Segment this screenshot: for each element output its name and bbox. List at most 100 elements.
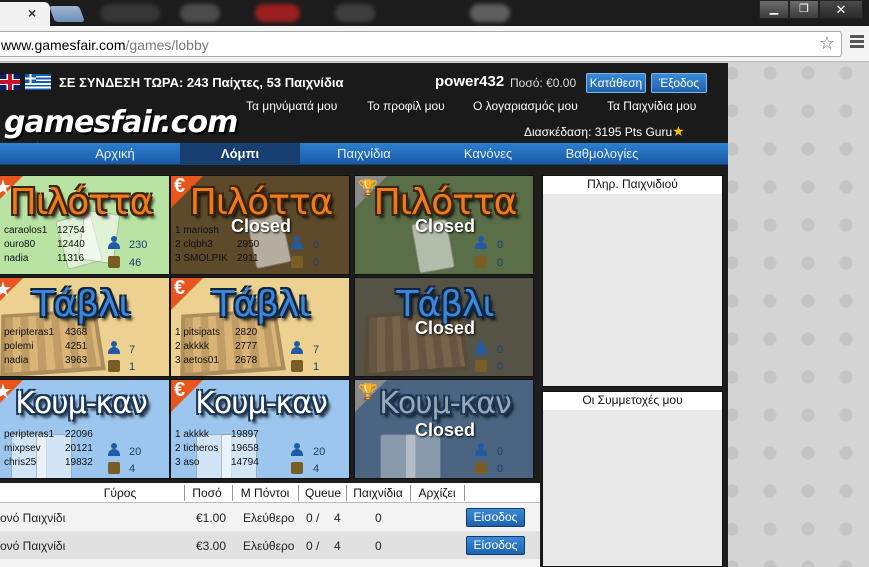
closed-label: Closed — [414, 420, 475, 440]
cell-round: ονό Παιχνίδι — [0, 539, 66, 553]
cell-queue-max: 4 — [334, 539, 341, 553]
col-games[interactable]: Παιχνίδια — [347, 486, 409, 500]
tile-tavli-tournament[interactable]: Τάβλι Closed 0 0 — [354, 277, 534, 377]
join-button[interactable]: Είσοδος — [466, 508, 525, 527]
nav-rules[interactable]: Κανόνες — [428, 143, 548, 165]
col-points[interactable]: Μ Πόντοι — [234, 486, 296, 500]
games-count: 1 — [313, 361, 320, 373]
players-count: 20 — [129, 446, 142, 458]
nav-games[interactable]: Παιχνίδια — [300, 143, 428, 165]
players-icon — [475, 341, 487, 355]
nav-home[interactable]: Αρχική — [60, 143, 170, 165]
leader-row: polemi 4251 — [4, 341, 88, 352]
tile-tavli-fun[interactable]: ★ Τάβλι peripteras14368 polemi4251 nadia… — [0, 277, 170, 377]
online-stats: ΣΕ ΣΥΝΔΕΣΗ ΤΩΡΑ: 243 Παίχτες, 53 Παιχνίδ… — [59, 75, 344, 90]
blurred-tab — [255, 4, 300, 22]
balance: Ποσό: €0.00 — [510, 76, 577, 90]
new-tab-button[interactable] — [49, 6, 85, 22]
leader-row: peripteras1 4368 — [4, 327, 88, 338]
closed-label: Closed — [414, 318, 475, 338]
table-row[interactable]: ονό Παιχνίδι €1.00 Ελεύθερο 0 / 4 0 Είσο… — [0, 503, 540, 531]
username: power432 — [435, 73, 505, 90]
address-bar[interactable]: www.gamesfair.com/games/lobby ☆ — [0, 31, 842, 57]
blurred-tab — [180, 4, 220, 22]
cell-amount: €1.00 — [196, 511, 227, 525]
players-icon — [475, 443, 487, 457]
col-round[interactable]: Γύρος — [60, 486, 180, 500]
leader-row: caraolos1 12754 — [4, 225, 85, 236]
cell-round: ονό Παιχνίδι — [0, 511, 66, 525]
leader-row: mixpsev 20121 — [4, 443, 93, 454]
table-row[interactable] — [0, 559, 540, 567]
leader-row: nadia 11316 — [4, 253, 85, 264]
players-count: 20 — [313, 446, 326, 458]
players-count: 230 — [129, 239, 148, 251]
fun-points: Διασκέδαση: 3195 Pts Guru★ — [524, 123, 685, 139]
close-window-button[interactable]: ✕ — [819, 0, 863, 19]
site-container: ΣΕ ΣΥΝΔΕΣΗ ΤΩΡΑ: 243 Παίχτες, 53 Παιχνίδ… — [0, 63, 728, 567]
games-count: 0 — [497, 257, 504, 269]
players-count: 7 — [129, 344, 136, 356]
games-icon — [108, 256, 120, 268]
uk-flag-icon[interactable] — [0, 74, 20, 90]
logout-button[interactable]: Έξοδος — [651, 73, 707, 93]
col-queue[interactable]: Queue — [300, 486, 346, 500]
nav-lobby[interactable]: Λόμπι — [180, 143, 300, 165]
tile-tavli-cash[interactable]: € Τάβλι 1 pitsipats 2820 2 akkkk 2777 3 ae… — [170, 277, 350, 377]
leader-row: 1 pitsipats 2820 — [175, 327, 258, 338]
players-count: 0 — [497, 446, 504, 458]
players-icon — [475, 236, 487, 250]
leader-row: 1 akkkk 19897 — [175, 429, 259, 440]
game-info-panel: Πληρ. Παιχνιδιού — [542, 175, 723, 387]
games-count: 46 — [129, 257, 142, 269]
col-amount[interactable]: Ποσό — [186, 486, 228, 500]
tile-title: Τάβλι — [212, 284, 310, 325]
games-icon — [291, 256, 303, 268]
browser-tab[interactable]: × — [0, 2, 50, 26]
games-icon — [291, 360, 303, 372]
tile-pilotta-cash[interactable]: € Πιλόττα Closed 1 mariosh 2 clqbh3 2950 … — [170, 175, 350, 275]
cell-queue: 0 / — [306, 539, 320, 553]
browser-tabstrip: × ▁ ❐ ✕ — [0, 0, 869, 26]
cell-queue: 0 / — [306, 511, 320, 525]
players-count: 0 — [497, 344, 504, 356]
cell-games: 0 — [375, 539, 382, 553]
table-header: Γύρος Ποσό Μ Πόντοι Queue Παιχνίδια Αρχί… — [0, 483, 540, 503]
blurred-tab — [335, 4, 375, 22]
cell-points: Ελεύθερο — [243, 511, 295, 525]
link-my-messages[interactable]: Τα μηνύματά μου — [246, 99, 337, 113]
col-starts[interactable]: Αρχίζει — [411, 486, 463, 500]
leader-row: peripteras1 22096 — [4, 429, 93, 440]
deposit-button[interactable]: Κατάθεση — [586, 73, 646, 93]
join-button[interactable]: Είσοδος — [466, 536, 525, 555]
bookmark-star-icon[interactable]: ☆ — [819, 33, 835, 54]
leader-row: 2 ticheros 19658 — [175, 443, 259, 454]
site-header: ΣΕ ΣΥΝΔΕΣΗ ΤΩΡΑ: 243 Παίχτες, 53 Παιχνίδ… — [0, 63, 728, 157]
link-my-games[interactable]: Τα Παιχνίδια μου — [607, 99, 696, 113]
games-icon — [108, 462, 120, 474]
tile-koumkan-fun[interactable]: ★ Κουμ-καν peripteras122096 mixpsev20121… — [0, 379, 170, 479]
nav-rankings[interactable]: Βαθμολογίες — [548, 143, 656, 165]
games-icon — [475, 462, 487, 474]
table-row[interactable]: ονό Παιχνίδι €3.00 Ελεύθερο 0 / 4 0 Είσο… — [0, 531, 540, 559]
tile-koumkan-cash[interactable]: € Κουμ-καν 1 akkkk 19897 2 ticheros 19658 … — [170, 379, 350, 479]
games-count: 4 — [313, 463, 320, 475]
maximize-button[interactable]: ❐ — [789, 0, 819, 19]
greek-flag-icon[interactable] — [25, 74, 51, 90]
gamesfair-logo[interactable]: gamesfair.com — [4, 105, 238, 140]
link-my-profile[interactable]: Το προφίλ μου — [367, 99, 445, 113]
players-count: 0 — [313, 239, 320, 251]
minimize-button[interactable]: ▁ — [759, 0, 789, 19]
leader-row: nadia 3963 — [4, 355, 88, 366]
tile-pilotta-tournament[interactable]: 🏆 Πιλόττα Closed 0 0 — [354, 175, 534, 275]
browser-menu-icon[interactable] — [850, 35, 864, 50]
tab-close-icon[interactable]: × — [28, 5, 36, 21]
leader-row: 2 akkkk 2777 — [175, 341, 258, 352]
players-count: 0 — [497, 239, 504, 251]
tile-pilotta-fun[interactable]: ★ Πιλόττα caraolos112754 ouro8012440 nad… — [0, 175, 170, 275]
main-nav: Αρχική Λόμπι Παιχνίδια Κανόνες Βαθμολογί… — [0, 143, 728, 165]
games-count: 0 — [497, 463, 504, 475]
games-icon — [475, 360, 487, 372]
tile-koumkan-tournament[interactable]: 🏆 Κουμ-καν Closed 0 0 — [354, 379, 534, 479]
link-my-account[interactable]: Ο λογαριασμός μου — [473, 99, 578, 113]
